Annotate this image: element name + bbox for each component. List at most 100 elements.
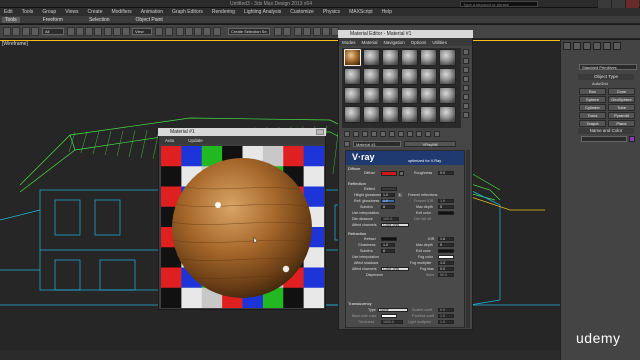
mated-menu-options[interactable]: Options [411, 40, 427, 45]
scale-icon[interactable] [122, 27, 130, 36]
sample-slot[interactable] [382, 87, 399, 104]
sample-slot[interactable] [420, 87, 437, 104]
object-name-input[interactable] [581, 136, 627, 142]
backlight-icon[interactable] [463, 58, 469, 64]
tube-button[interactable]: Tube [608, 104, 635, 111]
menu-lighting-analysis[interactable]: Lighting Analysis [244, 9, 281, 15]
region-select-icon[interactable] [85, 27, 93, 36]
mated-menu-material[interactable]: Material [362, 40, 378, 45]
ribbon-tab-object-paint[interactable]: Object Paint [133, 17, 166, 23]
diffuse-section-header[interactable]: Diffuse [348, 166, 360, 171]
rollout-scrollbar[interactable] [466, 150, 470, 328]
reflect-color-swatch[interactable] [381, 187, 397, 191]
modify-tab-icon[interactable] [573, 42, 581, 50]
edit-named-sets-icon[interactable] [213, 27, 221, 36]
torus-button[interactable]: Torus [579, 112, 606, 119]
plane-button[interactable]: Plane [608, 120, 635, 127]
fog-color-swatch[interactable] [438, 255, 454, 259]
go-forward-icon[interactable] [434, 131, 440, 137]
show-end-result-icon[interactable] [416, 131, 422, 137]
maximize-button[interactable] [611, 0, 625, 8]
sample-slot[interactable] [344, 106, 361, 123]
move-icon[interactable] [104, 27, 112, 36]
material-id-icon[interactable] [398, 131, 404, 137]
pyramid-button[interactable]: Pyramid [608, 112, 635, 119]
auto-checkbox[interactable]: Auto [165, 138, 174, 143]
ribbon-tab-tools[interactable]: Tools [2, 16, 20, 23]
rotate-icon[interactable] [113, 27, 121, 36]
reference-coord-select[interactable]: View [132, 28, 152, 35]
menu-edit[interactable]: Edit [4, 9, 13, 15]
cylinder-button[interactable]: Cylinder [579, 104, 606, 111]
affect-shadows-checkbox[interactable]: Affect shadows [354, 261, 378, 265]
menu-physics[interactable]: Physics [323, 9, 340, 15]
schematic-icon[interactable] [322, 27, 330, 36]
select-by-name-icon[interactable] [76, 27, 84, 36]
sample-uv-icon[interactable] [463, 76, 469, 82]
sample-slot[interactable] [420, 68, 437, 85]
close-button[interactable] [625, 0, 639, 8]
reset-map-icon[interactable] [371, 131, 377, 137]
sample-slot[interactable] [382, 49, 399, 66]
mirror-icon[interactable] [274, 27, 282, 36]
mated-menu-utilities[interactable]: Utilities [432, 40, 447, 45]
material-name-input[interactable]: Material #1 [353, 141, 401, 147]
sample-slot[interactable] [401, 106, 418, 123]
menu-views[interactable]: Views [65, 9, 78, 15]
redo-icon[interactable] [12, 27, 20, 36]
menu-group[interactable]: Group [42, 9, 56, 15]
menu-rendering[interactable]: Rendering [212, 9, 235, 15]
graphite-icon[interactable] [303, 27, 311, 36]
sample-slot[interactable] [401, 87, 418, 104]
refraction-section-header[interactable]: Refraction [348, 231, 366, 236]
options-icon[interactable] [463, 103, 469, 109]
sample-type-icon[interactable] [463, 49, 469, 55]
sample-slot[interactable] [439, 87, 456, 104]
spinner-snap-icon[interactable] [203, 27, 211, 36]
go-to-parent-icon[interactable] [425, 131, 431, 137]
menu-customize[interactable]: Customize [290, 9, 314, 15]
dim-distance-checkbox[interactable]: Dim distance [352, 217, 373, 221]
sample-slot[interactable] [420, 49, 437, 66]
hierarchy-tab-icon[interactable] [583, 42, 591, 50]
update-button[interactable]: Update [188, 138, 203, 143]
sample-slot[interactable] [363, 106, 380, 123]
link-icon[interactable] [22, 27, 30, 36]
snap-icon[interactable] [176, 27, 184, 36]
material-type-button[interactable]: VRayMtl [404, 141, 456, 147]
sample-slot[interactable] [363, 49, 380, 66]
box-button[interactable]: Box [579, 88, 606, 95]
put-to-scene-icon[interactable] [353, 131, 359, 137]
object-color-swatch[interactable] [629, 136, 635, 142]
mated-menu-navigation[interactable]: Navigation [384, 40, 405, 45]
refl-use-interp-checkbox[interactable]: Use interpolation [352, 211, 379, 215]
sample-slot[interactable] [344, 87, 361, 104]
put-to-library-icon[interactable] [389, 131, 395, 137]
align-icon[interactable] [283, 27, 291, 36]
sample-slot[interactable] [439, 49, 456, 66]
search-input[interactable]: Type a keyword or phrase [460, 1, 538, 7]
unlink-icon[interactable] [31, 27, 39, 36]
mated-menu-modes[interactable]: Modes [342, 40, 356, 45]
fresnel-checkbox[interactable]: Fresnel reflections [408, 193, 437, 197]
lock-button[interactable]: L [398, 193, 402, 197]
background-icon[interactable] [463, 67, 469, 73]
motion-tab-icon[interactable] [593, 42, 601, 50]
sphere-button[interactable]: Sphere [579, 96, 606, 103]
display-tab-icon[interactable] [603, 42, 611, 50]
menu-tools[interactable]: Tools [22, 9, 34, 15]
sample-slot[interactable] [363, 87, 380, 104]
named-selection-select[interactable]: Create Selection Se [228, 28, 270, 35]
video-color-check-icon[interactable] [463, 85, 469, 91]
selection-filter-select[interactable]: All [42, 28, 64, 35]
menu-graph-editors[interactable]: Graph Editors [172, 9, 203, 15]
primitive-type-select[interactable]: Standard Primitives [579, 64, 637, 70]
reflection-section-header[interactable]: Reflection [348, 181, 366, 186]
sample-slot[interactable] [382, 106, 399, 123]
sample-slot[interactable] [363, 68, 380, 85]
diffuse-color-swatch[interactable] [381, 171, 397, 176]
select-icon[interactable] [67, 27, 75, 36]
teapot-button[interactable]: Teapot [579, 120, 606, 127]
sample-slot[interactable] [439, 68, 456, 85]
dispersion-checkbox[interactable]: Dispersion [366, 273, 383, 277]
